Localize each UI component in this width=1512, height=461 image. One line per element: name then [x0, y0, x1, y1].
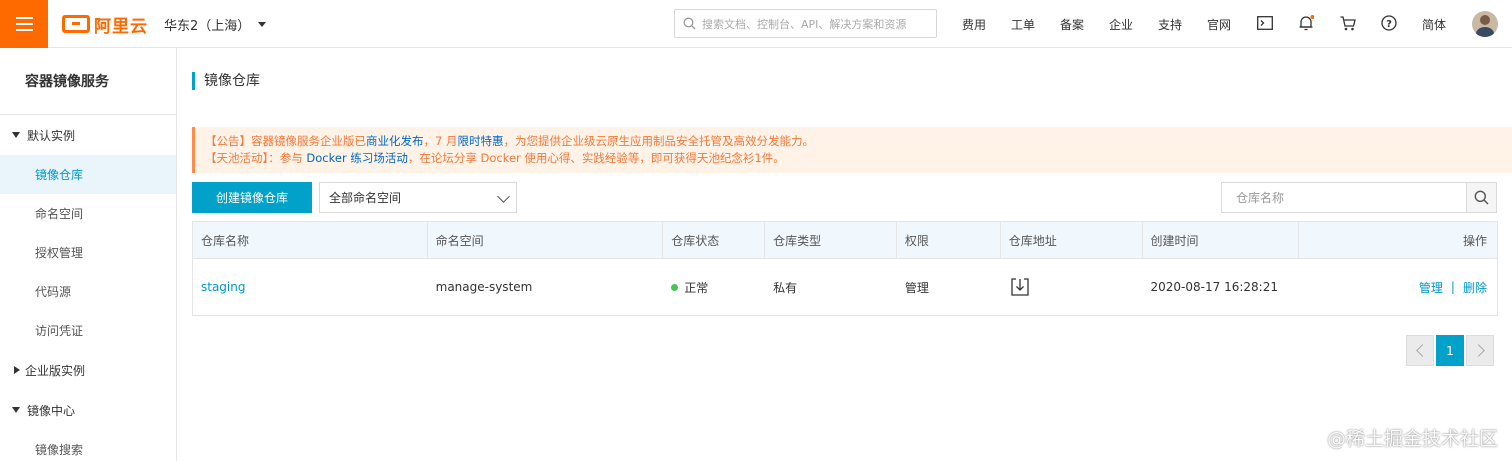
namespace-select-value: 全部命名空间: [329, 191, 402, 205]
menu-icon[interactable]: [0, 0, 48, 48]
manage-link[interactable]: 管理: [1419, 279, 1443, 296]
sidebar-group-label: 默认实例: [27, 128, 76, 143]
notice-link-docker-activity[interactable]: Docker 练习场活动: [306, 151, 407, 165]
terminal-icon[interactable]: [1255, 13, 1275, 33]
repo-namespace: manage-system: [435, 280, 533, 294]
sidebar-item-image-search[interactable]: 镜像搜索: [0, 430, 176, 461]
sidebar-group-label: 企业版实例: [25, 363, 86, 378]
search-icon: [683, 17, 696, 30]
column-header-status: 仓库状态: [663, 222, 766, 258]
repo-type: 私有: [773, 280, 798, 295]
create-repository-button[interactable]: 创建镜像仓库: [192, 182, 312, 213]
chevron-down-icon: [497, 190, 510, 203]
notice-link-limited-offer[interactable]: 限时特惠: [457, 134, 503, 148]
nav-link-support[interactable]: 支持: [1158, 16, 1182, 33]
prev-page-button[interactable]: [1406, 335, 1434, 366]
page-number-current[interactable]: 1: [1436, 335, 1464, 366]
column-header-repo-name: 仓库名称: [193, 222, 428, 258]
chevron-left-icon: [1415, 344, 1429, 357]
notice-text: 【天池活动】：参与: [205, 151, 307, 165]
sidebar-item-repositories[interactable]: 镜像仓库: [0, 155, 176, 194]
column-header-permission: 权限: [897, 222, 1001, 258]
repo-permission: 管理: [904, 280, 929, 295]
nav-link-tickets[interactable]: 工单: [1011, 16, 1035, 33]
cart-icon[interactable]: [1338, 13, 1358, 33]
repository-search-input[interactable]: 仓库名称: [1221, 182, 1467, 213]
notice-line-1: 【公告】容器镜像服务企业版已商业化发布，7 月限时特惠，为您提供企业级云原生应用…: [205, 133, 1502, 150]
table-header: 仓库名称 命名空间 仓库状态 仓库类型 权限 仓库地址 创建时间 操作: [193, 222, 1497, 259]
column-header-address: 仓库地址: [1001, 222, 1143, 258]
watermark: @稀土掘金技术社区: [1326, 428, 1498, 450]
announcement-notice: 【公告】容器镜像服务企业版已商业化发布，7 月限时特惠，为您提供企业级云原生应用…: [192, 127, 1512, 173]
notice-text: ，7 月: [423, 134, 458, 148]
main-content: 镜像仓库 【公告】容器镜像服务企业版已商业化发布，7 月限时特惠，为您提供企业级…: [178, 48, 1512, 461]
next-page-button[interactable]: [1466, 335, 1494, 366]
notice-text: ，为您提供企业级云原生应用制品安全托管及高效分发能力。: [503, 134, 814, 148]
sidebar-group-default-instance[interactable]: 默认实例: [0, 115, 176, 155]
user-avatar[interactable]: [1472, 11, 1498, 37]
sidebar-group-label: 镜像中心: [27, 403, 76, 418]
pagination: 1: [1406, 335, 1494, 366]
sidebar-item-access-credentials[interactable]: 访问凭证: [0, 311, 176, 350]
repo-created-time: 2020-08-17 16:28:21: [1150, 280, 1278, 294]
logo-text: 阿里云: [94, 16, 148, 37]
language-switch[interactable]: 简体: [1422, 16, 1446, 33]
aliyun-logo[interactable]: 阿里云: [62, 13, 148, 37]
caret-down-icon: [258, 22, 267, 27]
column-header-namespace: 命名空间: [428, 222, 664, 258]
notice-text: ，在论坛分享 Docker 使用心得、实践经验等，即可获得天池纪念衫1件。: [407, 151, 785, 165]
nav-link-billing[interactable]: 费用: [962, 16, 986, 33]
sidebar: 容器镜像服务 默认实例 镜像仓库 命名空间 授权管理 代码源 访问凭证 企业版实…: [0, 48, 177, 461]
column-header-type: 仓库类型: [765, 222, 897, 258]
svg-text:?: ?: [1386, 19, 1392, 30]
repo-status-text: 正常: [684, 280, 709, 295]
notice-link-commercial-release[interactable]: 商业化发布: [366, 134, 424, 148]
page-title: 镜像仓库: [192, 72, 260, 90]
nav-link-website[interactable]: 官网: [1207, 16, 1231, 33]
logo-mark-icon: [62, 15, 90, 33]
action-separator: |: [1450, 280, 1455, 294]
help-icon[interactable]: ?: [1379, 13, 1399, 33]
download-icon[interactable]: [1011, 278, 1029, 296]
top-navigation-bar: 阿里云 华东2（上海） 搜索文档、控制台、API、解决方案和资源 费用 工单 备…: [0, 0, 1512, 48]
sidebar-item-authorization[interactable]: 授权管理: [0, 233, 176, 272]
sidebar-item-code-source[interactable]: 代码源: [0, 272, 176, 311]
nav-link-icp[interactable]: 备案: [1060, 16, 1084, 33]
nav-link-enterprise[interactable]: 企业: [1109, 16, 1133, 33]
bell-icon[interactable]: [1296, 13, 1316, 33]
column-header-actions: 操作: [1462, 233, 1487, 248]
repository-table: 仓库名称 命名空间 仓库状态 仓库类型 权限 仓库地址 创建时间 操作 stag…: [192, 221, 1498, 316]
chevron-right-icon: [1471, 344, 1485, 357]
notice-line-2: 【天池活动】：参与 Docker 练习场活动，在论坛分享 Docker 使用心得…: [205, 150, 1502, 167]
search-icon: [1474, 190, 1489, 205]
sidebar-group-image-center[interactable]: 镜像中心: [0, 390, 176, 430]
repository-search-button[interactable]: [1466, 182, 1497, 213]
sidebar-group-enterprise-instance[interactable]: 企业版实例: [0, 350, 176, 390]
sidebar-item-namespaces[interactable]: 命名空间: [0, 194, 176, 233]
repo-name-link[interactable]: staging: [201, 280, 245, 294]
status-dot-icon: [671, 283, 679, 291]
global-search-input[interactable]: 搜索文档、控制台、API、解决方案和资源: [674, 9, 937, 38]
delete-link[interactable]: 删除: [1463, 279, 1487, 296]
table-row: staging manage-system 正常 私有 管理 2020-08-1…: [193, 259, 1497, 315]
region-selector[interactable]: 华东2（上海）: [164, 15, 267, 34]
repo-status: 正常: [663, 259, 765, 315]
notice-text: 【公告】容器镜像服务企业版已: [205, 134, 366, 148]
triangle-right-icon: [14, 366, 20, 374]
triangle-down-icon: [12, 407, 20, 413]
sidebar-title: 容器镜像服务: [0, 48, 176, 115]
region-label: 华东2（上海）: [164, 19, 251, 34]
namespace-select[interactable]: 全部命名空间: [319, 182, 517, 213]
column-header-created: 创建时间: [1143, 222, 1300, 258]
triangle-down-icon: [12, 132, 20, 138]
global-search-placeholder: 搜索文档、控制台、API、解决方案和资源: [702, 17, 907, 31]
